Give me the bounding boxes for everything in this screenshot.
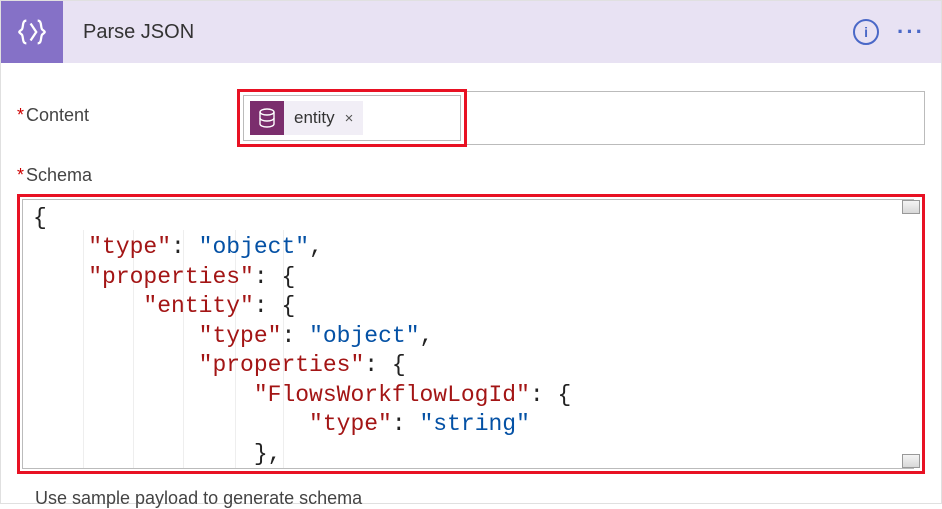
content-highlight: entity ×	[237, 89, 467, 147]
info-icon[interactable]: i	[853, 19, 879, 45]
code-line: "entity": {	[33, 292, 910, 321]
schema-editor[interactable]: { "type": "object", "properties": { "ent…	[22, 199, 914, 469]
content-field-row: *Content entity ×	[17, 89, 925, 147]
code-line: "properties": {	[33, 263, 910, 292]
code-line: "type": "object",	[33, 233, 910, 262]
action-title: Parse JSON	[83, 21, 853, 44]
token-label: entity	[284, 108, 345, 128]
schema-highlight: { "type": "object", "properties": { "ent…	[17, 194, 925, 474]
code-line: "type": "object",	[33, 322, 910, 351]
content-input-wrap: entity ×	[237, 89, 925, 147]
content-input-extra[interactable]	[467, 91, 925, 145]
code-line: {	[33, 204, 910, 233]
token-remove-icon[interactable]: ×	[345, 110, 364, 127]
entity-token[interactable]: entity ×	[250, 101, 363, 135]
generate-schema-link[interactable]: Use sample payload to generate schema	[35, 488, 925, 509]
content-label: *Content	[17, 89, 237, 126]
more-menu-icon[interactable]: ···	[897, 19, 925, 45]
header-actions: i ···	[853, 19, 925, 45]
code-line: "properties": {	[33, 351, 910, 380]
code-line: "FlowsWorkflowLogId": {	[33, 381, 910, 410]
code-line: "type": "string"	[33, 410, 910, 439]
action-header: Parse JSON i ···	[1, 1, 941, 63]
content-input[interactable]: entity ×	[243, 95, 461, 141]
code-line: },	[33, 440, 910, 469]
parse-json-icon	[1, 1, 63, 63]
database-icon	[250, 101, 284, 135]
schema-label: *Schema	[17, 165, 925, 186]
schema-field: *Schema { "type": "object", "properties"…	[17, 165, 925, 474]
action-body: *Content entity ×	[1, 63, 941, 509]
